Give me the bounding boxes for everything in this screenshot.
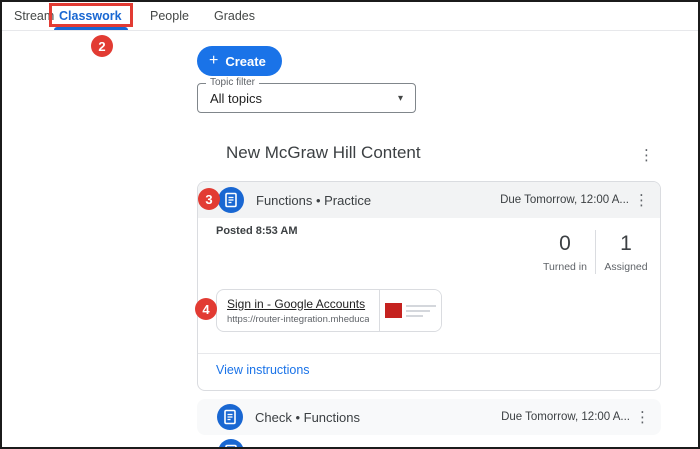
assignment-icon — [217, 404, 243, 430]
topic-filter-dropdown[interactable]: Topic filter All topics ▾ — [197, 83, 416, 113]
attachment-url: https://router-integration.mheduca... — [227, 314, 369, 325]
attachment-text: Sign in - Google Accounts https://router… — [217, 290, 379, 331]
topic-menu-button[interactable]: ⋮ — [634, 146, 659, 165]
assignment-menu-button[interactable]: ⋮ — [630, 408, 655, 427]
plus-icon: + — [209, 53, 218, 69]
assignment-title: Check • Functions — [255, 410, 360, 425]
assigned-count: 1 — [620, 232, 632, 256]
active-tab-indicator — [54, 27, 128, 30]
assignment-header-row[interactable]: Functions • Practice Due Tomorrow, 12:00… — [198, 182, 660, 218]
kebab-icon: ⋮ — [635, 409, 650, 426]
kebab-icon: ⋮ — [639, 147, 654, 164]
posted-time: Posted 8:53 AM — [216, 225, 298, 237]
attachment-title: Sign in - Google Accounts — [227, 297, 369, 311]
annotation-step-3: 3 — [198, 188, 220, 210]
thumbnail-red-block — [385, 303, 402, 318]
assignment-details: Posted 8:53 AM 0 Turned in 1 Assigned Si… — [198, 218, 660, 390]
annotation-highlight-box — [49, 3, 133, 27]
assignment-due-date: Due Tomorrow, 12:00 A... — [501, 411, 630, 423]
topic-filter-label: Topic filter — [206, 77, 259, 88]
assignment-row-2[interactable]: Check • Functions Due Tomorrow, 12:00 A.… — [197, 399, 661, 435]
thumbnail-text-lines — [406, 305, 436, 317]
attachment-link-card[interactable]: Sign in - Google Accounts https://router… — [216, 289, 442, 332]
assignment-stats: 0 Turned in 1 Assigned — [535, 230, 656, 274]
assignment-title: Functions • Practice — [256, 193, 371, 208]
assignment-icon — [218, 187, 244, 213]
annotation-step-4: 4 — [195, 298, 217, 320]
annotation-step-2: 2 — [91, 35, 113, 57]
turned-in-count: 0 — [559, 232, 571, 256]
topic-title: New McGraw Hill Content — [226, 143, 421, 163]
view-instructions-link[interactable]: View instructions — [216, 363, 310, 377]
card-divider — [198, 353, 660, 354]
turned-in-label: Turned in — [543, 261, 587, 273]
kebab-icon: ⋮ — [634, 192, 649, 209]
assigned-stat[interactable]: 1 Assigned — [596, 232, 656, 273]
assignment-due-date: Due Tomorrow, 12:00 A... — [500, 194, 629, 206]
assigned-label: Assigned — [604, 261, 647, 273]
create-button[interactable]: + Create — [197, 46, 282, 76]
turned-in-stat[interactable]: 0 Turned in — [535, 232, 595, 273]
assignment-card: Functions • Practice Due Tomorrow, 12:00… — [197, 181, 661, 391]
dropdown-arrow-icon: ▾ — [398, 93, 403, 104]
attachment-thumbnail — [379, 290, 441, 331]
create-button-label: Create — [225, 54, 265, 69]
classroom-window: Stream Classwork People Grades 2 + Creat… — [0, 0, 700, 449]
tab-people[interactable]: People — [150, 9, 189, 23]
assignment-menu-button[interactable]: ⋮ — [629, 191, 654, 210]
tab-bar: Stream Classwork People Grades — [2, 2, 698, 31]
tab-grades[interactable]: Grades — [214, 9, 255, 23]
topic-filter-value: All topics — [210, 91, 262, 106]
assignment-icon-partial — [218, 439, 244, 449]
